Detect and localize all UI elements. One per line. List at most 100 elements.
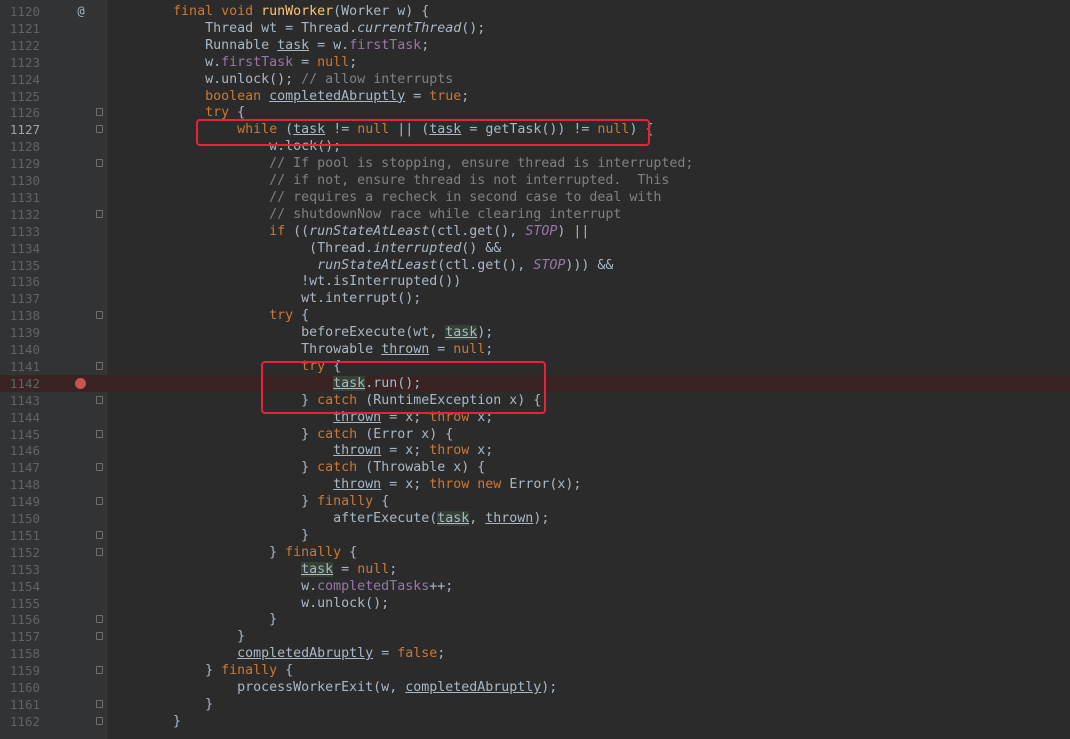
- code-text[interactable]: if ((runStateAtLeast(ctl.get(), STOP) ||: [109, 223, 589, 240]
- fold-toggle-icon[interactable]: [96, 429, 103, 438]
- code-text[interactable]: final void runWorker(Worker w) {: [109, 3, 429, 20]
- code-text[interactable]: } finally {: [109, 493, 389, 510]
- code-text[interactable]: afterExecute(task, thrown);: [109, 510, 549, 527]
- code-token: completedAbruptly: [405, 680, 542, 695]
- code-line[interactable]: 1122 Runnable task = w.firstTask;: [0, 37, 1070, 54]
- fold-toggle-icon[interactable]: [96, 699, 103, 708]
- override-marker-icon[interactable]: @: [74, 3, 88, 20]
- code-line[interactable]: 1150 afterExecute(task, thrown);: [0, 510, 1070, 527]
- code-line[interactable]: 1124 w.unlock(); // allow interrupts: [0, 71, 1070, 88]
- code-text[interactable]: w.unlock(); // allow interrupts: [109, 71, 453, 88]
- fold-toggle-icon[interactable]: [96, 395, 103, 404]
- code-line[interactable]: 1159 } finally {: [0, 662, 1070, 679]
- fold-toggle-icon[interactable]: [96, 463, 103, 472]
- code-text[interactable]: }: [109, 611, 277, 628]
- code-line[interactable]: 1155 w.unlock();: [0, 595, 1070, 612]
- code-token: task: [301, 561, 334, 577]
- code-line[interactable]: 1130 // if not, ensure thread is not int…: [0, 172, 1070, 189]
- code-text[interactable]: // requires a recheck in second case to …: [109, 189, 661, 206]
- code-line[interactable]: 1129 // If pool is stopping, ensure thre…: [0, 155, 1070, 172]
- code-text[interactable]: boolean completedAbruptly = true;: [109, 88, 469, 105]
- breakpoint-icon[interactable]: [75, 377, 86, 389]
- code-text[interactable]: completedAbruptly = false;: [109, 645, 445, 662]
- code-token: =: [293, 54, 318, 70]
- code-text[interactable]: } catch (Throwable x) {: [109, 459, 485, 476]
- code-text[interactable]: beforeExecute(wt, task);: [109, 324, 493, 341]
- code-line[interactable]: 1135 runStateAtLeast(ctl.get(), STOP))) …: [0, 257, 1070, 274]
- fold-toggle-icon[interactable]: [96, 497, 103, 506]
- code-line[interactable]: 1145 } catch (Error x) {: [0, 426, 1070, 443]
- code-text[interactable]: (Thread.interrupted() &&: [109, 240, 501, 257]
- fold-toggle-icon[interactable]: [96, 159, 103, 168]
- code-text[interactable]: wt.interrupt();: [109, 290, 421, 307]
- code-text[interactable]: // shutdownNow race while clearing inter…: [109, 206, 621, 223]
- code-text[interactable]: }: [109, 527, 309, 544]
- code-text[interactable]: // if not, ensure thread is not interrup…: [109, 172, 669, 189]
- code-line[interactable]: 1131 // requires a recheck in second cas…: [0, 189, 1070, 206]
- fold-toggle-icon[interactable]: [96, 125, 103, 134]
- fold-toggle-icon[interactable]: [96, 615, 103, 624]
- code-line[interactable]: 1161 }: [0, 696, 1070, 713]
- code-line[interactable]: 1133 if ((runStateAtLeast(ctl.get(), STO…: [0, 223, 1070, 240]
- code-line[interactable]: 1152 } finally {: [0, 544, 1070, 561]
- code-text[interactable]: }: [109, 628, 245, 645]
- fold-toggle-icon[interactable]: [96, 716, 103, 725]
- code-line[interactable]: 1121 Thread wt = Thread.currentThread();: [0, 20, 1070, 37]
- code-text[interactable]: Throwable thrown = null;: [109, 341, 493, 358]
- code-text[interactable]: thrown = x; throw x;: [109, 442, 493, 459]
- code-line[interactable]: 1157 }: [0, 628, 1070, 645]
- code-text[interactable]: w.firstTask = null;: [109, 54, 357, 71]
- code-line[interactable]: 1146 thrown = x; throw x;: [0, 442, 1070, 459]
- code-text[interactable]: Runnable task = w.firstTask;: [109, 37, 429, 54]
- code-token: wt.interrupt();: [109, 291, 422, 307]
- code-line[interactable]: 1125 boolean completedAbruptly = true;: [0, 88, 1070, 105]
- fold-toggle-icon[interactable]: [96, 311, 103, 320]
- code-token: {: [349, 544, 358, 560]
- code-text[interactable]: // If pool is stopping, ensure thread is…: [109, 155, 693, 172]
- code-line[interactable]: 1147 } catch (Throwable x) {: [0, 459, 1070, 476]
- code-text[interactable]: !wt.isInterrupted()): [109, 273, 461, 290]
- code-text[interactable]: } finally {: [109, 544, 357, 561]
- code-token: false: [397, 646, 438, 662]
- code-text[interactable]: } catch (Error x) {: [109, 426, 453, 443]
- fold-toggle-icon[interactable]: [96, 209, 103, 218]
- code-line[interactable]: 1160 processWorkerExit(w, completedAbrup…: [0, 679, 1070, 696]
- code-text[interactable]: processWorkerExit(w, completedAbruptly);: [109, 679, 557, 696]
- code-line[interactable]: 1136 !wt.isInterrupted()): [0, 273, 1070, 290]
- line-number: 1162: [9, 713, 40, 729]
- code-text[interactable]: try {: [109, 307, 309, 324]
- code-line[interactable]: 1156 }: [0, 611, 1070, 628]
- code-line[interactable]: 1154 w.completedTasks++;: [0, 578, 1070, 595]
- code-text[interactable]: } finally {: [109, 662, 293, 679]
- code-line[interactable]: 1162 }: [0, 713, 1070, 730]
- code-editor[interactable]: 1120 @ final void runWorker(Worker w) {11…: [0, 0, 1070, 739]
- code-line[interactable]: 1140 Throwable thrown = null;: [0, 341, 1070, 358]
- code-text[interactable]: runStateAtLeast(ctl.get(), STOP))) &&: [109, 257, 613, 274]
- code-text[interactable]: w.completedTasks++;: [109, 578, 453, 595]
- code-text[interactable]: thrown = x; throw new Error(x);: [109, 476, 581, 493]
- code-line[interactable]: 1123 w.firstTask = null;: [0, 54, 1070, 71]
- fold-toggle-icon[interactable]: [96, 666, 103, 675]
- code-line[interactable]: 1134 (Thread.interrupted() &&: [0, 240, 1070, 257]
- code-line[interactable]: 1151 }: [0, 527, 1070, 544]
- code-line[interactable]: 1158 completedAbruptly = false;: [0, 645, 1070, 662]
- code-text[interactable]: task = null;: [109, 561, 397, 578]
- code-line[interactable]: 1149 } finally {: [0, 493, 1070, 510]
- fold-toggle-icon[interactable]: [96, 108, 103, 117]
- code-line[interactable]: 1132 // shutdownNow race while clearing …: [0, 206, 1070, 223]
- fold-toggle-icon[interactable]: [96, 361, 103, 370]
- fold-toggle-icon[interactable]: [96, 547, 103, 556]
- code-line[interactable]: 1137 wt.interrupt();: [0, 290, 1070, 307]
- code-line[interactable]: 1138 try {: [0, 307, 1070, 324]
- code-text[interactable]: Thread wt = Thread.currentThread();: [109, 20, 485, 37]
- fold-toggle-icon[interactable]: [96, 632, 103, 641]
- code-line[interactable]: 1120 @ final void runWorker(Worker w) {: [0, 3, 1070, 20]
- code-line[interactable]: 1153 task = null;: [0, 561, 1070, 578]
- fold-toggle-icon[interactable]: [96, 530, 103, 539]
- code-text[interactable]: }: [109, 696, 213, 713]
- code-text[interactable]: w.unlock();: [109, 595, 389, 612]
- code-line[interactable]: 1148 thrown = x; throw new Error(x);: [0, 476, 1070, 493]
- code-line[interactable]: 1139 beforeExecute(wt, task);: [0, 324, 1070, 341]
- code-text[interactable]: }: [109, 713, 181, 730]
- code-token: // allow interrupts: [301, 71, 454, 87]
